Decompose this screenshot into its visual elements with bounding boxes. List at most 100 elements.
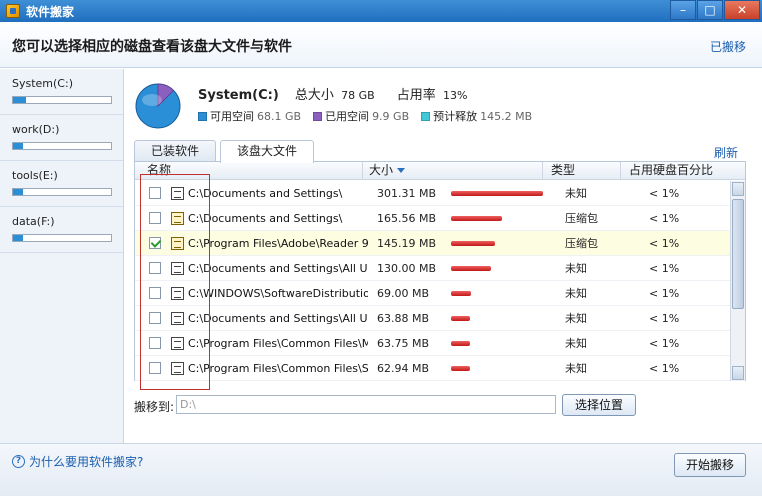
file-size: 63.88 MB [377, 311, 430, 325]
tab-installed-software[interactable]: 已装软件 [134, 140, 217, 162]
file-path: C:\Documents and Settings\All Us... [188, 311, 368, 325]
legend-label: 预计释放 [433, 110, 478, 123]
file-size: 63.75 MB [377, 336, 430, 350]
drive-usage-bar [12, 142, 112, 150]
page-title: 您可以选择相应的磁盘查看该盘大文件与软件 [12, 39, 292, 55]
destination-input[interactable] [176, 395, 556, 414]
title-bar: 软件搬家 – □ ✕ [0, 0, 762, 22]
table-row[interactable]: C:\Program Files\Common Files\Mi... 63.7… [135, 331, 731, 356]
drive-usage-bar [12, 234, 112, 242]
disk-percent: < 1% [649, 311, 680, 325]
sidebar-drive-item[interactable]: work(D:) [0, 115, 123, 161]
vertical-scrollbar[interactable] [730, 181, 745, 381]
drive-usage-fill [13, 189, 23, 195]
column-header-size[interactable]: 大小 [363, 162, 543, 179]
legend-swatch [313, 111, 323, 121]
size-bar [451, 215, 502, 221]
legend-label: 可用空间 [210, 110, 254, 123]
legend-value: 68.1 GB [257, 109, 302, 123]
file-size: 130.00 MB [377, 261, 437, 275]
column-header-size-label: 大小 [369, 163, 394, 177]
refresh-link[interactable]: 刷新 [714, 144, 738, 161]
summary-title: System(C:) 总大小 78 GB 占用率 13% [198, 84, 485, 103]
size-bar-cell [451, 315, 557, 321]
file-path: C:\WINDOWS\SoftwareDistributio... [188, 286, 368, 300]
legend-label: 已用空间 [325, 110, 370, 123]
large-files-table: 名称 大小 类型 占用硬盘百分比 C:\Documents and Settin… [134, 161, 746, 381]
usage-label: 占用率 [396, 88, 436, 103]
file-path: C:\Program Files\Common Files\S... [188, 361, 368, 375]
sidebar-drive-item[interactable]: tools(E:) [0, 161, 123, 207]
disk-percent: < 1% [649, 286, 680, 300]
size-bar [451, 240, 495, 246]
move-to-label: 搬移到: [134, 400, 175, 414]
maximize-button[interactable]: □ [697, 0, 723, 20]
legend-swatch [198, 111, 207, 121]
usage-value: 13% [442, 89, 468, 102]
tab-large-files[interactable]: 该盘大文件 [220, 140, 315, 163]
disk-usage-pie-icon [135, 83, 181, 129]
disk-percent: < 1% [649, 236, 680, 250]
drive-usage-fill [13, 235, 23, 241]
size-bar [451, 265, 491, 271]
legend-swatch [421, 111, 431, 121]
drive-label: data(F:) [12, 215, 55, 228]
file-type: 未知 [565, 337, 587, 350]
file-size: 145.19 MB [377, 236, 437, 250]
drive-label: work(D:) [12, 123, 60, 136]
help-question-icon: ? [12, 455, 25, 468]
file-size: 62.94 MB [377, 361, 430, 375]
space-legend: 可用空间 68.1 GB 已用空间 9.9 GB 预计释放 145.2 MB [198, 108, 544, 124]
file-type: 未知 [565, 287, 587, 300]
table-row[interactable]: C:\Program Files\Adobe\Reader 9... 145.1… [135, 231, 731, 256]
table-row[interactable]: C:\Documents and Settings\All Us... 63.8… [135, 306, 731, 331]
table-row[interactable]: C:\Program Files\Common Files\S... 62.94… [135, 356, 731, 381]
table-header: 名称 大小 类型 占用硬盘百分比 [135, 162, 745, 180]
disk-percent: < 1% [649, 336, 680, 350]
sidebar-drive-item[interactable]: data(F:) [0, 207, 123, 253]
window-title: 软件搬家 [26, 4, 75, 19]
table-row[interactable]: C:\WINDOWS\SoftwareDistributio... 69.00 … [135, 281, 731, 306]
close-button[interactable]: ✕ [724, 0, 760, 20]
file-path: C:\Documents and Settings\ [188, 211, 343, 225]
size-bar-cell [451, 365, 557, 371]
total-label: 总大小 [294, 88, 334, 103]
file-type: 压缩包 [565, 212, 598, 225]
file-size: 301.31 MB [377, 186, 437, 200]
file-type: 压缩包 [565, 237, 598, 250]
table-row[interactable]: C:\Documents and Settings\ 165.56 MB 压缩包… [135, 206, 731, 231]
file-type: 未知 [565, 262, 587, 275]
column-header-type[interactable]: 类型 [543, 162, 621, 179]
size-bar-cell [451, 240, 557, 246]
sidebar-drive-item[interactable]: System(C:) [0, 69, 123, 115]
drive-usage-bar [12, 96, 112, 104]
size-bar-cell [451, 340, 557, 346]
size-bar [451, 190, 543, 196]
drive-usage-bar [12, 188, 112, 196]
file-type: 未知 [565, 312, 587, 325]
minimize-button[interactable]: – [670, 0, 696, 20]
disk-percent: < 1% [649, 186, 680, 200]
choose-location-button[interactable]: 选择位置 [562, 394, 636, 416]
tab-bar: 已装软件 该盘大文件 [134, 140, 318, 163]
drive-label: System(C:) [12, 77, 73, 90]
table-row[interactable]: C:\Documents and Settings\ 301.31 MB 未知 … [135, 181, 731, 206]
file-path: C:\Documents and Settings\ [188, 186, 343, 200]
start-move-button[interactable]: 开始搬移 [674, 453, 746, 477]
size-bar-cell [451, 190, 557, 196]
file-path: C:\Program Files\Adobe\Reader 9... [188, 236, 368, 250]
size-bar-cell [451, 215, 557, 221]
window-controls: – □ ✕ [669, 0, 760, 20]
help-link[interactable]: ? 为什么要用软件搬家? [12, 453, 143, 470]
table-row[interactable]: C:\Documents and Settings\All Us... 130.… [135, 256, 731, 281]
scroll-thumb[interactable] [732, 199, 744, 309]
scroll-down-button[interactable] [732, 366, 744, 380]
legend-item: 可用空间 68.1 GB [198, 108, 301, 124]
file-size: 69.00 MB [377, 286, 430, 300]
drive-usage-fill [13, 143, 23, 149]
column-header-percent[interactable]: 占用硬盘百分比 [621, 162, 731, 179]
scroll-up-button[interactable] [732, 182, 744, 196]
drive-summary: System(C:) 总大小 78 GB 占用率 13% 可用空间 68.1 G… [134, 78, 744, 138]
moved-link[interactable]: 已搬移 [710, 38, 746, 55]
size-bar [451, 340, 470, 346]
